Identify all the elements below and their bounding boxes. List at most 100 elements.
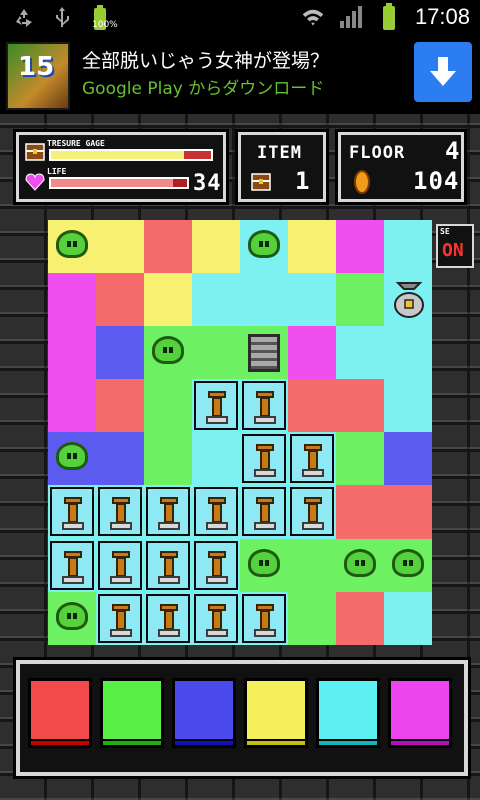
status-panel: TRESURE GAGE LIFE 34 (13, 129, 229, 205)
board-cell[interactable] (240, 273, 288, 327)
board-cell[interactable] (288, 326, 336, 380)
color-button-cyan[interactable] (316, 678, 380, 748)
stone-pillar-icon (290, 434, 334, 484)
board-cell[interactable] (192, 485, 240, 539)
treasure-bag-icon (394, 282, 424, 319)
board-cell[interactable] (384, 485, 432, 539)
color-button-yellow[interactable] (244, 678, 308, 748)
board-cell[interactable] (96, 432, 144, 486)
board-cell[interactable] (336, 273, 384, 327)
color-button-blue[interactable] (172, 678, 236, 748)
color-button-red[interactable] (28, 678, 92, 748)
board-cell[interactable] (48, 591, 96, 645)
board-cell[interactable] (288, 485, 336, 539)
board-cell[interactable] (48, 379, 96, 433)
board-cell[interactable] (336, 538, 384, 592)
life-value: 34 (193, 171, 222, 196)
se-toggle[interactable]: SE ON (436, 224, 474, 268)
board-cell[interactable] (240, 432, 288, 486)
ad-download-button[interactable] (414, 42, 472, 102)
board-cell[interactable] (96, 379, 144, 433)
board-cell[interactable] (96, 220, 144, 274)
color-button-magenta[interactable] (388, 678, 452, 748)
board-cell[interactable] (192, 326, 240, 380)
board-cell[interactable] (48, 432, 96, 486)
board-cell[interactable] (144, 379, 192, 433)
slime-enemy-icon (344, 548, 376, 577)
board-cell[interactable] (336, 591, 384, 645)
board-cell[interactable] (192, 379, 240, 433)
board-cell[interactable] (384, 591, 432, 645)
board-cell[interactable] (240, 326, 288, 380)
board-cell[interactable] (288, 591, 336, 645)
board-cell[interactable] (384, 220, 432, 274)
slime-enemy-icon (56, 442, 88, 471)
board-cell[interactable] (192, 273, 240, 327)
puzzle-board[interactable] (48, 220, 432, 645)
board-cell[interactable] (192, 220, 240, 274)
slime-enemy-icon (248, 548, 280, 577)
board-cell[interactable] (144, 220, 192, 274)
ad-title[interactable]: 全部脱いじゃう女神が登場？ (82, 46, 329, 73)
board-cell[interactable] (96, 591, 144, 645)
board-cell[interactable] (192, 591, 240, 645)
board-cell[interactable] (144, 591, 192, 645)
treasure-gauge (49, 149, 213, 161)
board-cell[interactable] (96, 273, 144, 327)
board-cell[interactable] (336, 432, 384, 486)
board-cell[interactable] (48, 538, 96, 592)
board-cell[interactable] (240, 220, 288, 274)
board-cell[interactable] (48, 485, 96, 539)
ad-subtitle[interactable]: Google Play からダウンロード (82, 74, 324, 99)
item-panel[interactable]: ITEM 1 (235, 129, 329, 205)
wifi-icon (301, 5, 325, 29)
board-cell[interactable] (144, 326, 192, 380)
stairs-icon (248, 334, 280, 373)
ad-banner[interactable]: 15 全部脱いじゃう女神が登場？ Google Play からダウンロード (0, 38, 480, 114)
board-cell[interactable] (144, 538, 192, 592)
board-cell[interactable] (96, 538, 144, 592)
board-cell[interactable] (384, 432, 432, 486)
board-cell[interactable] (96, 326, 144, 380)
board-cell[interactable] (144, 485, 192, 539)
stone-pillar-icon (242, 434, 286, 484)
download-arrow-icon (430, 57, 456, 86)
ad-thumbnail[interactable]: 15 (6, 42, 70, 110)
board-cell[interactable] (240, 538, 288, 592)
board-cell[interactable] (384, 538, 432, 592)
board-cell[interactable] (384, 273, 432, 327)
board-cell[interactable] (192, 432, 240, 486)
board-cell[interactable] (144, 273, 192, 327)
board-cell[interactable] (384, 379, 432, 433)
board-cell[interactable] (384, 326, 432, 380)
item-count: 1 (295, 167, 311, 195)
board-cell[interactable] (240, 591, 288, 645)
stone-pillar-icon (242, 381, 286, 431)
board-cell[interactable] (144, 432, 192, 486)
board-cell[interactable] (288, 273, 336, 327)
board-cell[interactable] (288, 220, 336, 274)
board-cell[interactable] (336, 379, 384, 433)
color-button-green[interactable] (100, 678, 164, 748)
color-button-bar (31, 739, 89, 745)
color-button-bar (103, 739, 161, 745)
slime-enemy-icon (56, 601, 88, 630)
board-cell[interactable] (192, 538, 240, 592)
board-cell[interactable] (96, 485, 144, 539)
color-button-bar (175, 739, 233, 745)
stone-pillar-icon (194, 540, 238, 590)
board-cell[interactable] (336, 326, 384, 380)
board-cell[interactable] (48, 273, 96, 327)
board-cell[interactable] (240, 485, 288, 539)
board-cell[interactable] (48, 326, 96, 380)
board-cell[interactable] (336, 485, 384, 539)
stone-pillar-icon (194, 593, 238, 643)
board-cell[interactable] (288, 432, 336, 486)
board-cell[interactable] (288, 538, 336, 592)
board-cell[interactable] (240, 379, 288, 433)
board-cell[interactable] (336, 220, 384, 274)
floor-panel: FLOOR 4 104 (335, 129, 467, 205)
board-cell[interactable] (288, 379, 336, 433)
board-cell[interactable] (48, 220, 96, 274)
treasure-gauge-fill (51, 151, 184, 159)
